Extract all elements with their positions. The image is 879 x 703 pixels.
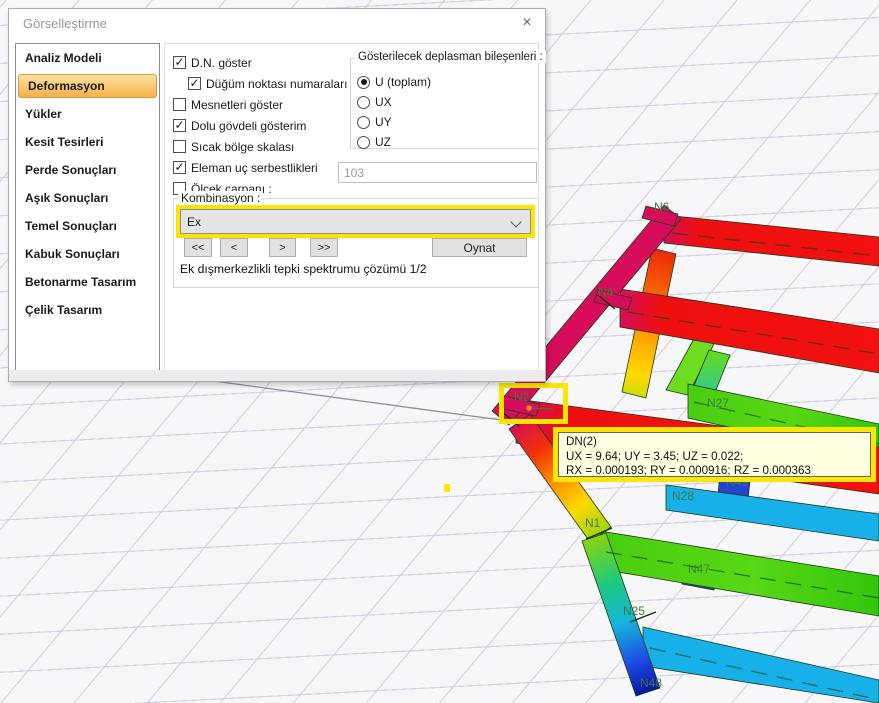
node-label-n28: N28: [672, 489, 694, 503]
checkbox-label: D.N. göster: [191, 56, 252, 70]
first-button[interactable]: <<: [184, 238, 212, 257]
combination-value: Ex: [187, 215, 201, 229]
checkbox-d-m-noktas-numaralar[interactable]: [188, 77, 201, 90]
sidebar-item-analiz-modeli[interactable]: Analiz Modeli: [16, 44, 159, 72]
sidebar-item-betonarme-tasar-m[interactable]: Betonarme Tasarım: [16, 268, 159, 296]
tooltip-node-id: DN(2): [566, 435, 863, 450]
combination-status-text: Ek dışmerkezlikli tepki spektrumu çözümü…: [180, 262, 427, 276]
checkbox-d-n-g-ster[interactable]: [173, 56, 186, 69]
tooltip-rotations: RX = 0.000193; RY = 0.000916; RZ = 0.000…: [566, 464, 863, 479]
close-icon[interactable]: ×: [517, 13, 537, 33]
dialog-bottom-strip: [9, 370, 545, 381]
node-label-n48: N48: [640, 676, 662, 690]
combination-dropdown[interactable]: Ex: [180, 209, 531, 234]
application-window: N6N4N2N27N28N49N1N47N25N48 DN(2) UX = 9.…: [0, 0, 879, 703]
radio-row-u-toplam: U (toplam): [357, 72, 431, 92]
displacement-group-label: Gösterilecek deplasman bileşenleri :: [355, 51, 546, 63]
last-button[interactable]: >>: [310, 238, 338, 257]
radio-row-ux: UX: [357, 92, 431, 112]
tooltip-highlight-box: DN(2) UX = 9.64; UY = 3.45; UZ = 0.022; …: [553, 427, 876, 482]
option-row-dolu-g-vdeli-g-sterim: Dolu gövdeli gösterim: [173, 115, 347, 136]
visualization-dialog: Görselleştirme × Analiz ModeliDeformasyo…: [8, 8, 546, 382]
node-label-n47: N47: [688, 562, 710, 576]
sidebar-item-temel-sonu-lar[interactable]: Temel Sonuçları: [16, 212, 159, 240]
radio-uy[interactable]: [357, 116, 370, 129]
combination-highlight-box: Ex: [176, 205, 535, 238]
sidebar-item-deformasyon[interactable]: Deformasyon: [18, 74, 157, 98]
radio-row-uy: UY: [357, 112, 431, 132]
node-label-n4: N4: [598, 285, 614, 299]
previous-button[interactable]: <: [220, 238, 248, 257]
sidebar-item-a-k-sonu-lar[interactable]: Aşık Sonuçları: [16, 184, 159, 212]
play-button[interactable]: Oynat: [432, 238, 527, 257]
radio-label: UY: [375, 115, 392, 129]
dialog-title: Görselleştirme: [23, 16, 107, 31]
checkbox-dolu-g-vdeli-g-sterim[interactable]: [173, 119, 186, 132]
scale-factor-input[interactable]: [338, 162, 537, 183]
checkbox-label: Sıcak bölge skalası: [191, 140, 294, 154]
checkbox-label: Düğüm noktası numaraları: [206, 77, 347, 91]
sidebar-item-perde-sonu-lar[interactable]: Perde Sonuçları: [16, 156, 159, 184]
category-list: Analiz ModeliDeformasyonYüklerKesit Tesi…: [15, 43, 160, 371]
option-row-eleman-u-serbestlikleri: Eleman uç serbestlikleri: [173, 157, 347, 178]
sidebar-item-kabuk-sonu-lar[interactable]: Kabuk Sonuçları: [16, 240, 159, 268]
radio-u-toplam[interactable]: [357, 76, 370, 89]
combination-group-label: Kombinasyon :: [178, 191, 263, 205]
option-row-d-m-noktas-numaralar: Düğüm noktası numaraları: [173, 73, 347, 94]
tooltip-translations: UX = 9.64; UY = 3.45; UZ = 0.022;: [566, 450, 863, 465]
checkbox-label: Dolu gövdeli gösterim: [191, 119, 306, 133]
node-label-n1: N1: [585, 516, 601, 530]
chevron-down-icon: [510, 216, 521, 227]
node-result-tooltip: DN(2) UX = 9.64; UY = 3.45; UZ = 0.022; …: [558, 432, 871, 477]
node-label-n27: N27: [707, 396, 729, 410]
radio-label: UX: [375, 95, 392, 109]
next-button[interactable]: >: [269, 238, 296, 257]
checkbox-label: Eleman uç serbestlikleri: [191, 161, 318, 175]
checkbox-mesnetleri-g-ster[interactable]: [173, 98, 186, 111]
option-row-d-n-g-ster: D.N. göster: [173, 52, 347, 73]
node-highlight-box: [499, 383, 568, 424]
checkbox-eleman-u-serbestlikleri[interactable]: [173, 161, 186, 174]
node-label-n6: N6: [654, 200, 670, 214]
option-row-s-cak-b-lge-skalas: Sıcak bölge skalası: [173, 136, 347, 157]
display-options: D.N. göster Düğüm noktası numaraları Mesne…: [173, 52, 347, 199]
option-row-mesnetleri-g-ster: Mesnetleri göster: [173, 94, 347, 115]
checkbox-s-cak-b-lge-skalas[interactable]: [173, 140, 186, 153]
combination-group: Kombinasyon : Ex << < > >> Oynat Ek dışm…: [173, 198, 539, 288]
sidebar-item-y-kler[interactable]: Yükler: [16, 100, 159, 128]
displacement-component-group: Gösterilecek deplasman bileşenleri : U (…: [350, 58, 539, 149]
cursor-artifact: [444, 484, 450, 492]
radio-label: UZ: [375, 135, 391, 149]
checkbox-label: Mesnetleri göster: [191, 98, 283, 112]
radio-label: U (toplam): [375, 75, 431, 89]
radio-uz[interactable]: [357, 136, 370, 149]
displacement-radios: U (toplam) UX UY UZ: [357, 72, 431, 152]
node-label-n25: N25: [623, 604, 645, 618]
sidebar-item-elik-tasar-m[interactable]: Çelik Tasarım: [16, 296, 159, 324]
radio-row-uz: UZ: [357, 132, 431, 152]
sidebar-item-kesit-tesirleri[interactable]: Kesit Tesirleri: [16, 128, 159, 156]
radio-ux[interactable]: [357, 96, 370, 109]
